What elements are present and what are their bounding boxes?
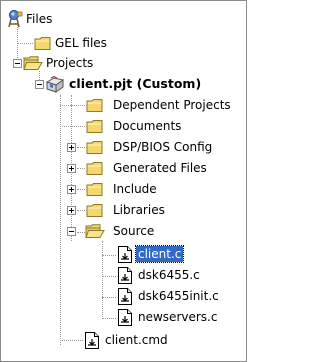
tree-label-documents: Documents <box>113 119 182 133</box>
expand-toggle[interactable] <box>67 143 76 152</box>
tree-label-source: Source <box>113 224 155 238</box>
folder-icon <box>86 140 104 158</box>
folder-icon <box>86 161 104 179</box>
files-icon <box>8 10 24 31</box>
tree-item-include[interactable]: Include <box>1 180 246 200</box>
expand-toggle[interactable] <box>67 164 76 173</box>
tree-item-project[interactable]: client.pjt (Custom) <box>1 75 246 96</box>
tree-label-dsp-bios-config: DSP/BIOS Config <box>113 140 213 154</box>
folder-icon <box>34 36 52 54</box>
tree-label-source-file: dsk6455init.c <box>138 289 219 303</box>
tree-label-dependent-projects: Dependent Projects <box>113 98 231 112</box>
tree-item-libraries[interactable]: Libraries <box>1 201 246 221</box>
source-file-icon <box>117 309 133 329</box>
tree-label-libraries: Libraries <box>113 203 165 217</box>
project-tree-panel: Files GEL files Projects client.pjt (Cus… <box>0 0 247 362</box>
folder-icon <box>86 203 104 221</box>
project-tree[interactable]: Files GEL files Projects client.pjt (Cus… <box>1 1 246 361</box>
open-folder-icon <box>85 224 105 242</box>
tree-label-include: Include <box>113 182 157 196</box>
tree-label-generated-files: Generated Files <box>113 161 207 175</box>
tree-item-source-file[interactable]: client.c <box>1 245 246 265</box>
tree-label-client-cmd: client.cmd <box>105 333 168 347</box>
expand-toggle[interactable] <box>67 185 76 194</box>
tree-label-source-file: client.c <box>134 245 185 263</box>
source-file-icon <box>84 332 100 352</box>
project-icon <box>45 75 65 96</box>
expand-toggle[interactable] <box>67 206 76 215</box>
tree-item-gel-files[interactable]: GEL files <box>1 34 246 54</box>
folder-icon <box>86 182 104 200</box>
tree-item-client-cmd[interactable]: client.cmd <box>1 331 246 351</box>
open-folder-icon <box>23 56 43 74</box>
tree-item-source-file[interactable]: dsk6455init.c <box>1 287 246 307</box>
tree-item-projects[interactable]: Projects <box>1 54 246 74</box>
collapse-toggle[interactable] <box>67 227 76 236</box>
tree-item-generated-files[interactable]: Generated Files <box>1 159 246 179</box>
tree-label-source-file: dsk6455.c <box>138 268 200 282</box>
tree-item-source-file[interactable]: dsk6455.c <box>1 266 246 286</box>
tree-item-dependent-projects[interactable]: Dependent Projects <box>1 96 246 116</box>
source-file-icon <box>117 246 133 266</box>
source-file-icon <box>117 267 133 287</box>
source-file-icon <box>117 288 133 308</box>
tree-item-files[interactable]: Files <box>1 10 246 30</box>
folder-icon <box>86 119 104 137</box>
tree-item-documents[interactable]: Documents <box>1 117 246 137</box>
tree-label-files: Files <box>26 12 53 26</box>
tree-label-projects: Projects <box>46 56 94 70</box>
tree-label-source-file: newservers.c <box>138 310 218 324</box>
tree-item-source-file[interactable]: newservers.c <box>1 308 246 328</box>
tree-label-gel-files: GEL files <box>55 36 107 50</box>
collapse-toggle[interactable] <box>35 80 44 89</box>
tree-item-source[interactable]: Source <box>1 223 246 243</box>
tree-item-dsp-bios-config[interactable]: DSP/BIOS Config <box>1 138 246 158</box>
folder-icon <box>86 98 104 116</box>
tree-label-project: client.pjt (Custom) <box>69 76 202 91</box>
collapse-toggle[interactable] <box>13 59 22 68</box>
